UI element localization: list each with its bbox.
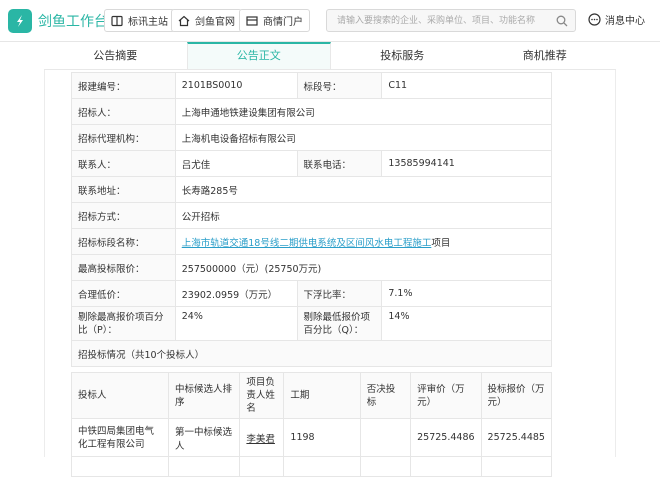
project-no-label: 报建编号： [71, 72, 176, 99]
nav-label: 商情门户 [263, 17, 303, 28]
remove-high-value: 24% [174, 306, 298, 341]
book-icon [111, 15, 123, 26]
table-row: 合理低价： 23902.0959（万元） 下浮比率： 7.1% [71, 280, 552, 307]
review-price: 25725.4486 [410, 418, 482, 457]
table-row: 招标标段名称： 上海市轨道交通18号线二期供电系统及区间风水电工程施工项目 [71, 228, 553, 255]
detail-tabs: 公告摘要 公告正文 投标服务 商机推荐 [44, 42, 616, 70]
table-row: 中铁四局集团电气化工程有限公司 第一中标候选人 李美君 1198 25725.4… [70, 418, 553, 457]
nav-label: 剑鱼官网 [195, 17, 235, 28]
section-name-link[interactable]: 上海市轨道交通18号线二期供电系统及区间风水电工程施工 [182, 238, 432, 249]
section-no-label: 标段号： [296, 72, 383, 99]
agency-label: 招标代理机构： [71, 124, 176, 151]
tenderer-value: 上海申通地铁建设集团有限公司 [174, 98, 553, 125]
project-no-value: 2101BS0010 [174, 72, 298, 99]
candidate-rank: 第一中标候选人 [168, 418, 241, 457]
search-input[interactable] [327, 10, 547, 31]
table-cell [239, 456, 285, 477]
section-name-cell: 上海市轨道交通18号线二期供电系统及区间风水电工程施工项目 [174, 228, 553, 255]
table-cell [410, 456, 482, 477]
nav-button-portal[interactable]: 商情门户 [239, 9, 310, 32]
table-row: 联系人： 吕尤佳 联系电话： 13585994141 [71, 150, 552, 177]
table-row: 报建编号： 2101BS0010 标段号： C11 [71, 72, 552, 99]
announcement-body: 报建编号： 2101BS0010 标段号： C11 招标人： 上海申通地铁建设集… [44, 70, 616, 477]
tenderer-label: 招标人： [71, 98, 176, 125]
manager-cell: 李美君 [239, 418, 285, 457]
phone-label: 联系电话： [296, 150, 383, 177]
home-icon [178, 15, 190, 26]
method-value: 公开招标 [174, 202, 553, 229]
table-header-row: 投标人 中标候选人排序 项目负责人姓名 工期 否决投标 评审价（万元） 投标报价… [70, 372, 553, 419]
table-row: 招标方式： 公开招标 [71, 202, 553, 229]
max-price-label: 最高投标限价： [71, 254, 176, 281]
global-search [326, 9, 576, 32]
column-header: 投标报价（万元） [480, 372, 553, 419]
section-name-label: 招标标段名称： [71, 228, 176, 255]
remove-low-label: 剔除最低报价项百分比（Q）： [296, 306, 383, 341]
search-icon[interactable] [556, 15, 568, 27]
column-header: 否决投标 [359, 372, 412, 419]
table-row: 最高投标限价： 257500000（元）(25750万元) [71, 254, 553, 281]
tab-recommendations[interactable]: 商机推荐 [474, 42, 617, 69]
tab-full-text[interactable]: 公告正文 [186, 42, 331, 69]
remove-low-value: 14% [381, 306, 552, 341]
tab-summary[interactable]: 公告摘要 [44, 42, 187, 69]
chat-bubble-icon [588, 13, 601, 26]
nav-button-biaoxun[interactable]: 标讯主站 [104, 9, 175, 32]
agency-value: 上海机电设备招标有限公司 [174, 124, 553, 151]
low-price-value: 23902.0959（万元） [174, 280, 298, 307]
float-rate-value: 7.1% [381, 280, 552, 307]
rejected [359, 418, 412, 457]
column-header: 项目负责人姓名 [239, 372, 285, 419]
table-row [70, 456, 553, 477]
message-center-label: 消息中心 [605, 16, 645, 27]
remove-high-label: 剔除最高报价项百分比（P）： [71, 306, 176, 341]
portal-icon [246, 15, 258, 26]
column-header: 评审价（万元） [410, 372, 482, 419]
table-row: 招标代理机构： 上海机电设备招标有限公司 [71, 124, 553, 151]
contact-label: 联系人： [71, 150, 176, 177]
max-price-value: 257500000（元）(25750万元) [174, 254, 553, 281]
table-cell [480, 456, 553, 477]
bids-summary: 招投标情况（共10个投标人） [71, 340, 552, 367]
tender-info-table: 报建编号： 2101BS0010 标段号： C11 招标人： 上海申通地铁建设集… [71, 72, 553, 367]
column-header: 中标候选人排序 [168, 372, 241, 419]
app-title: 剑鱼工作台 [38, 14, 108, 30]
table-row: 剔除最高报价项百分比（P）： 24% 剔除最低报价项百分比（Q）： 14% [71, 306, 552, 341]
app-logo[interactable]: 剑鱼工作台 [8, 8, 108, 34]
address-label: 联系地址： [71, 176, 176, 203]
table-cell [283, 456, 361, 477]
phone-value: 13585994141 [381, 150, 552, 177]
nav-label: 标讯主站 [128, 17, 168, 28]
method-label: 招标方式： [71, 202, 176, 229]
table-row: 招投标情况（共10个投标人） [71, 340, 552, 367]
column-header: 投标人 [70, 372, 170, 419]
manager-name-link[interactable]: 李美君 [246, 434, 275, 445]
table-row: 联系地址： 长寿路285号 [71, 176, 553, 203]
bid-price: 25725.4485 [480, 418, 553, 457]
table-cell [70, 456, 170, 477]
section-name-suffix: 项目 [431, 237, 451, 249]
bidder-name: 中铁四局集团电气化工程有限公司 [70, 418, 170, 457]
swordfish-logo-icon [8, 9, 32, 33]
column-header: 工期 [283, 372, 361, 419]
float-rate-label: 下浮比率： [296, 280, 383, 307]
tab-bid-service[interactable]: 投标服务 [331, 42, 474, 69]
contact-value: 吕尤佳 [174, 150, 298, 177]
duration: 1198 [283, 418, 361, 457]
nav-button-official-site[interactable]: 剑鱼官网 [171, 9, 242, 32]
address-value: 长寿路285号 [174, 176, 553, 203]
section-no-value: C11 [381, 72, 552, 99]
low-price-label: 合理低价： [71, 280, 176, 307]
top-bar: 剑鱼工作台 标讯主站 剑鱼官网 商情门户 消息中心 [0, 0, 660, 42]
bid-results-table: 投标人 中标候选人排序 项目负责人姓名 工期 否决投标 评审价（万元） 投标报价… [70, 372, 553, 477]
table-cell [168, 456, 241, 477]
table-cell [359, 456, 412, 477]
table-row: 招标人： 上海申通地铁建设集团有限公司 [71, 98, 553, 125]
message-center-button[interactable]: 消息中心 [588, 12, 645, 27]
